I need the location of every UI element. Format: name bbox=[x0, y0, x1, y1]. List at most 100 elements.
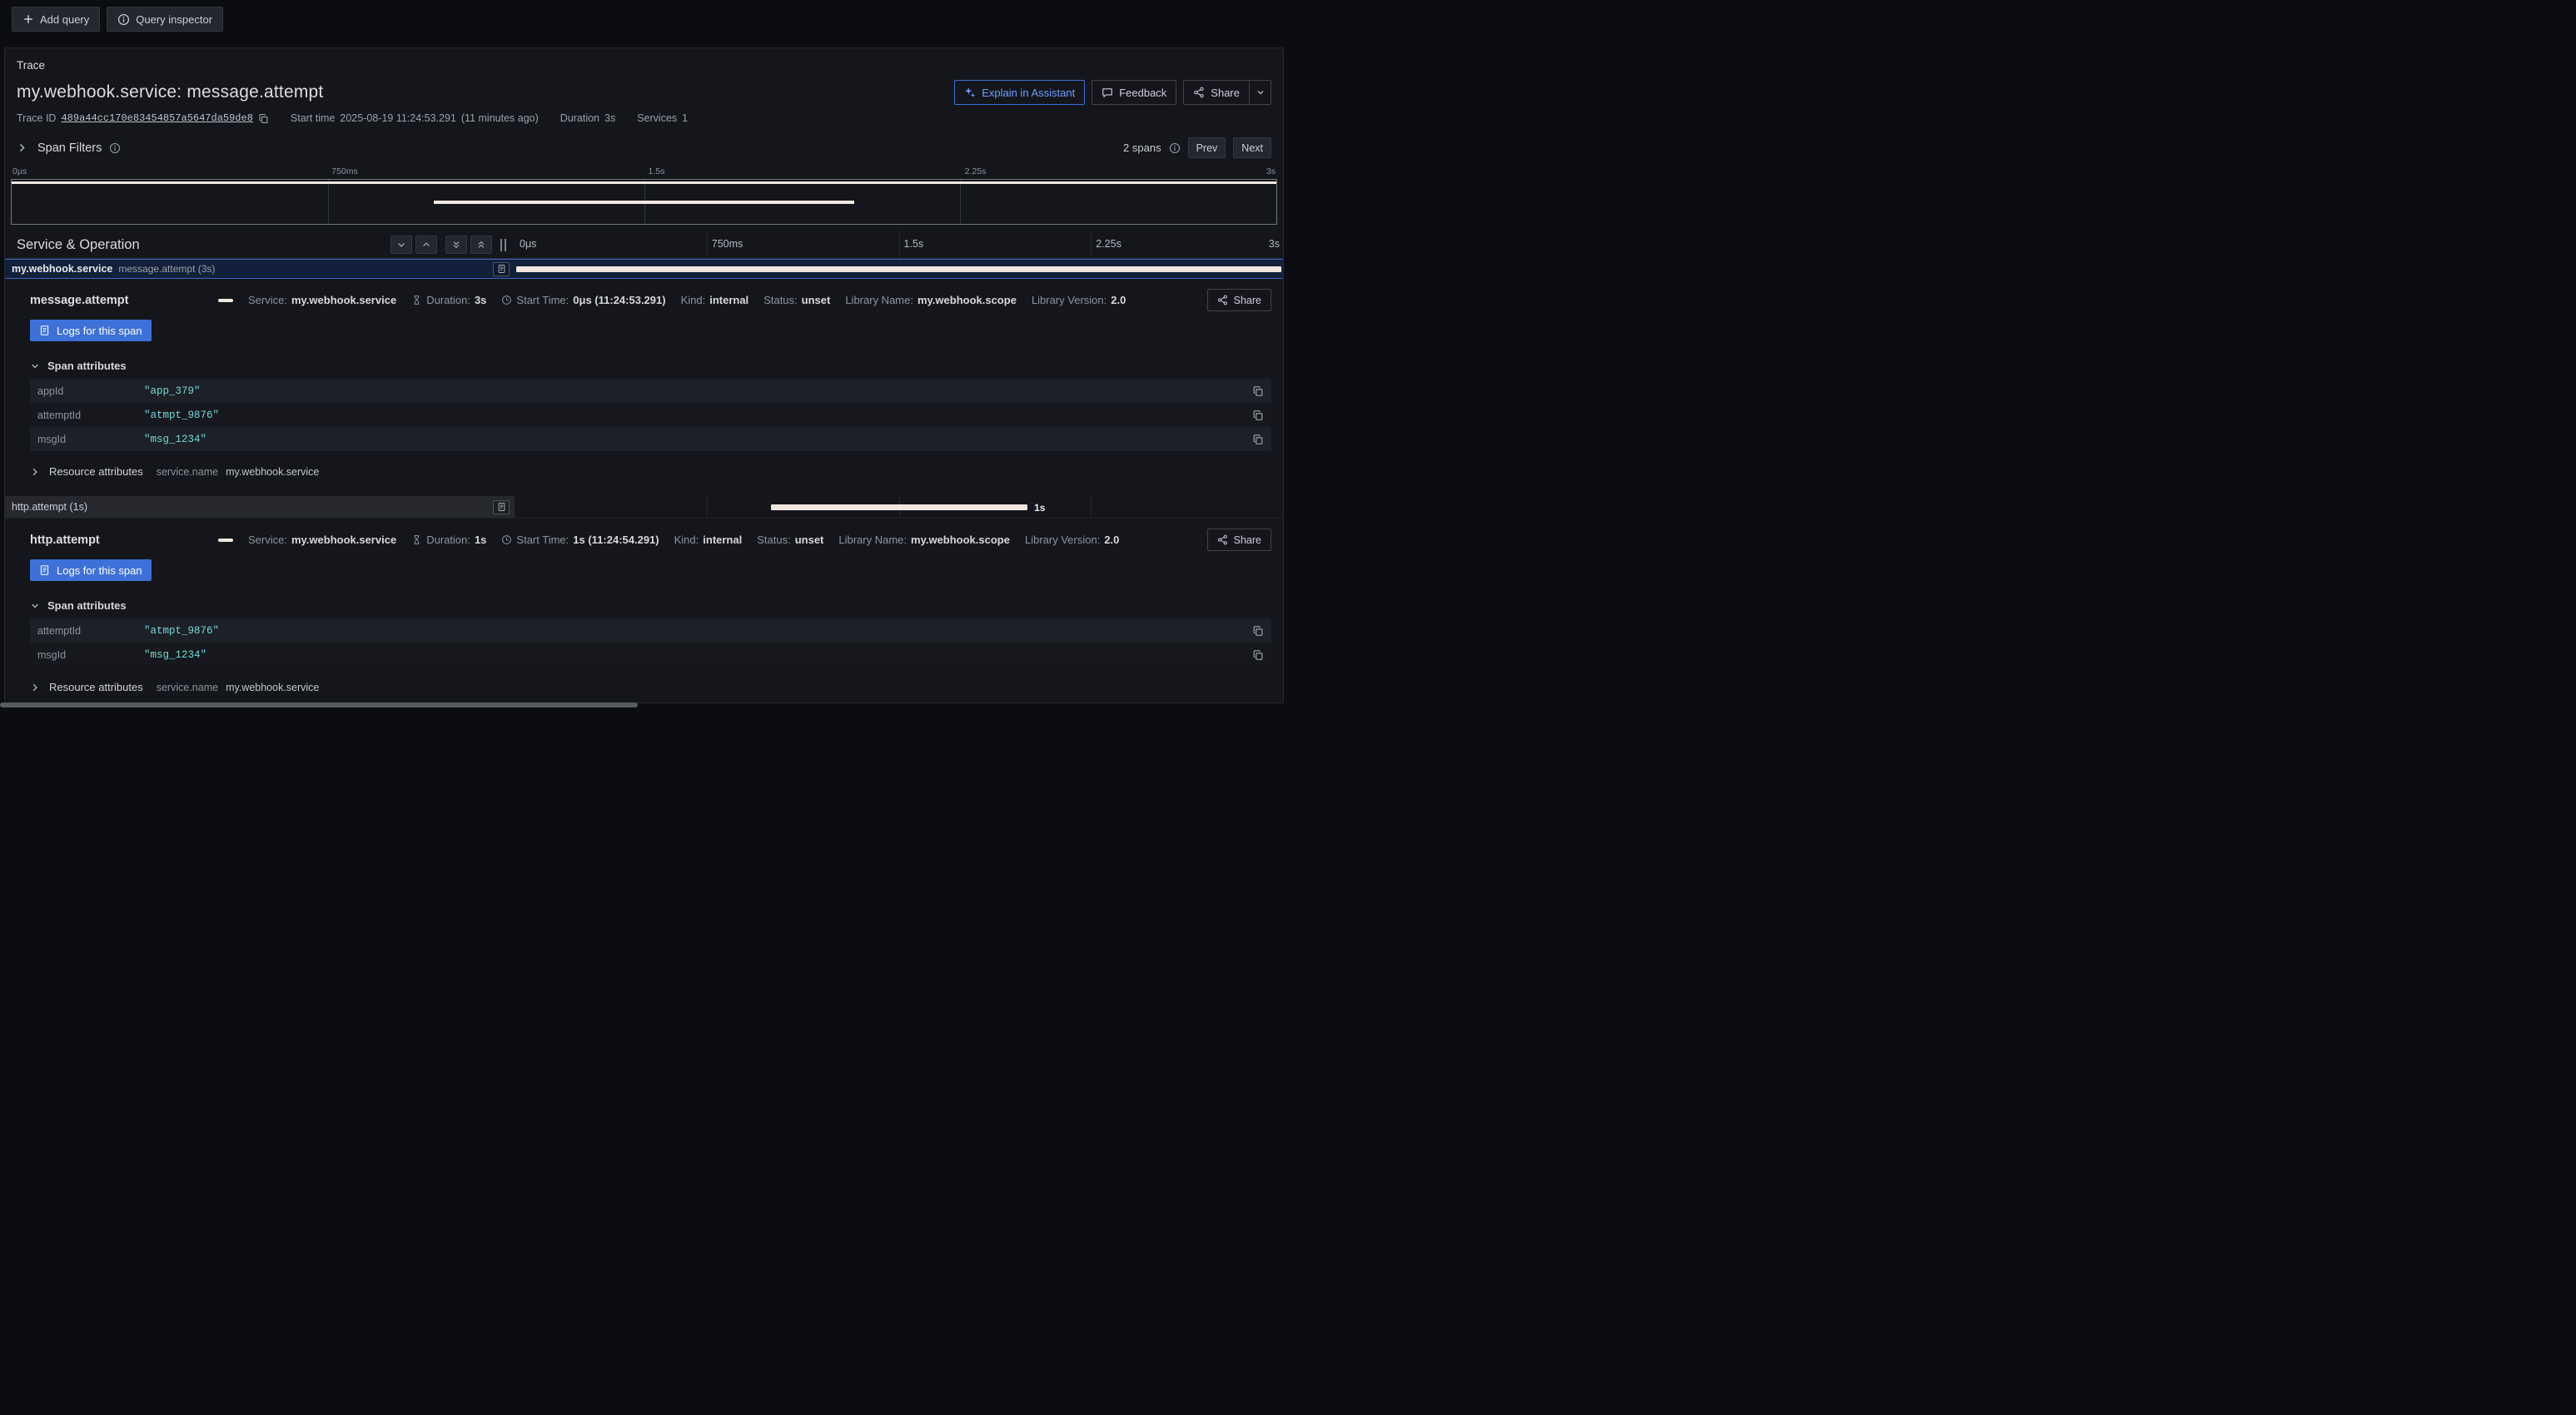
start-time-value: 2025-08-19 11:24:53.291 bbox=[340, 112, 455, 124]
start-field-value: 0μs (11:24:53.291) bbox=[573, 294, 665, 306]
start-field-label: Start Time: bbox=[516, 534, 569, 546]
pane-resize-handle[interactable] bbox=[500, 239, 506, 251]
timeline-gridline bbox=[899, 231, 900, 258]
copy-icon[interactable] bbox=[1252, 385, 1264, 397]
span-logs-icon[interactable] bbox=[493, 500, 510, 514]
span-filters-label[interactable]: Span Filters bbox=[37, 142, 102, 155]
share-button[interactable]: Share bbox=[1183, 80, 1250, 105]
attribute-row: appId "app_379" bbox=[30, 379, 1271, 403]
attribute-value: "msg_1234" bbox=[144, 649, 1252, 661]
resource-attributes-toggle[interactable]: Resource attributes service.name my.webh… bbox=[30, 681, 1271, 693]
span-share-button[interactable]: Share bbox=[1207, 529, 1271, 551]
double-chevron-up-icon bbox=[476, 240, 486, 250]
chevron-down-icon bbox=[30, 601, 40, 611]
angle-right-icon[interactable] bbox=[17, 142, 27, 153]
attribute-key: msgId bbox=[37, 649, 144, 661]
collapse-one-button[interactable] bbox=[390, 236, 412, 254]
minimap-span-http-attempt bbox=[434, 201, 855, 204]
span-attributes-label: Span attributes bbox=[47, 360, 127, 372]
copy-trace-id-icon[interactable] bbox=[258, 113, 269, 124]
span-row-message-attempt[interactable]: my.webhook.service message.attempt (3s) bbox=[5, 259, 1283, 279]
minimap-viewport[interactable] bbox=[11, 179, 1277, 225]
span-filters-bar: Span Filters 2 spans Prev Next bbox=[5, 124, 1283, 163]
library-version-label: Library Version: bbox=[1025, 534, 1100, 546]
explain-in-assistant-button[interactable]: Explain in Assistant bbox=[954, 80, 1085, 105]
kind-field-value: internal bbox=[709, 294, 748, 306]
resource-attributes-toggle[interactable]: Resource attributes service.name my.webh… bbox=[30, 465, 1271, 478]
span-share-label: Share bbox=[1234, 534, 1261, 546]
trace-id-label: Trace ID bbox=[17, 112, 56, 124]
add-query-button[interactable]: Add query bbox=[12, 7, 100, 32]
span-row-http-attempt[interactable]: http.attempt (1s) 1s bbox=[5, 496, 1283, 519]
services-label: Services bbox=[637, 112, 677, 124]
span-operation-name: message.attempt (3s) bbox=[118, 263, 215, 275]
library-name-value: my.webhook.scope bbox=[918, 294, 1017, 306]
add-query-label: Add query bbox=[40, 13, 89, 26]
service-field-label: Service: bbox=[248, 294, 287, 306]
logs-for-span-button[interactable]: Logs for this span bbox=[30, 559, 152, 581]
library-version-value: 2.0 bbox=[1104, 534, 1119, 546]
services-value: 1 bbox=[682, 112, 688, 124]
chevron-down-icon bbox=[30, 361, 40, 371]
clock-icon bbox=[501, 534, 512, 545]
logs-icon bbox=[39, 564, 50, 576]
span-attributes-label: Span attributes bbox=[47, 599, 127, 612]
feedback-button[interactable]: Feedback bbox=[1092, 80, 1176, 105]
minimap-ticks: 0μs 750ms 1.5s 2.25s 3s bbox=[11, 166, 1277, 179]
attribute-value: "msg_1234" bbox=[144, 434, 1252, 445]
span-service-name: my.webhook.service bbox=[12, 263, 112, 275]
resource-value: my.webhook.service bbox=[226, 466, 319, 478]
expand-all-button[interactable] bbox=[470, 236, 492, 254]
span-share-button[interactable]: Share bbox=[1207, 289, 1271, 311]
collapse-all-button[interactable] bbox=[445, 236, 467, 254]
hourglass-icon bbox=[411, 534, 422, 545]
copy-icon[interactable] bbox=[1252, 410, 1264, 421]
query-inspector-button[interactable]: Query inspector bbox=[107, 7, 223, 32]
timeline-gridline bbox=[707, 496, 708, 518]
minimap-tick: 1.5s bbox=[649, 166, 665, 176]
chevron-down-icon bbox=[396, 240, 406, 250]
kind-field-label: Kind: bbox=[674, 534, 699, 546]
prev-span-button[interactable]: Prev bbox=[1188, 137, 1226, 158]
logs-for-span-label: Logs for this span bbox=[57, 325, 142, 337]
share-icon bbox=[1217, 534, 1228, 545]
info-circle-icon bbox=[1169, 142, 1181, 154]
copy-icon[interactable] bbox=[1252, 434, 1264, 445]
trace-id-value[interactable]: 489a44cc170e83454857a5647da59de8 bbox=[61, 112, 252, 124]
timeline-gridline bbox=[1091, 231, 1092, 258]
next-span-button[interactable]: Next bbox=[1233, 137, 1271, 158]
timeline-header: Service & Operation 0μs 750ms 1.5s 2.25s bbox=[5, 231, 1283, 259]
logs-for-span-button[interactable]: Logs for this span bbox=[30, 320, 152, 341]
share-icon bbox=[1217, 295, 1228, 305]
timeline-tick: 2.25s bbox=[1096, 238, 1121, 250]
span-bar-http-attempt[interactable] bbox=[771, 504, 1027, 510]
panel-title: Trace bbox=[5, 48, 1283, 72]
angle-right-icon bbox=[30, 683, 40, 693]
span-bar-message-attempt[interactable] bbox=[516, 266, 1281, 272]
share-menu-caret-button[interactable] bbox=[1250, 80, 1271, 105]
span-detail-message-attempt: message.attempt Service: my.webhook.servi… bbox=[5, 279, 1283, 484]
status-field-value: unset bbox=[795, 534, 824, 546]
span-color-swatch bbox=[218, 299, 233, 302]
copy-icon[interactable] bbox=[1252, 649, 1264, 661]
resource-attributes-label: Resource attributes bbox=[49, 465, 143, 478]
detail-span-name: http.attempt bbox=[30, 534, 203, 547]
logs-icon bbox=[39, 325, 50, 336]
span-attributes-toggle[interactable]: Span attributes bbox=[30, 599, 1271, 612]
detail-span-name: message.attempt bbox=[30, 294, 203, 307]
attribute-row: attemptId "atmpt_9876" bbox=[30, 403, 1271, 427]
library-name-label: Library Name: bbox=[845, 294, 913, 306]
horizontal-scrollbar-thumb[interactable] bbox=[0, 703, 638, 708]
span-operation-name: http.attempt (1s) bbox=[12, 501, 87, 513]
query-toolbar: Add query Query inspector bbox=[0, 0, 1288, 38]
start-time-ago: (11 minutes ago) bbox=[461, 112, 539, 124]
copy-icon[interactable] bbox=[1252, 625, 1264, 637]
span-logs-icon[interactable] bbox=[493, 262, 510, 276]
expand-one-button[interactable] bbox=[415, 236, 437, 254]
attribute-row: msgId "msg_1234" bbox=[30, 643, 1271, 667]
hourglass-icon bbox=[411, 295, 422, 305]
clock-icon bbox=[501, 295, 512, 305]
span-attributes-table: attemptId "atmpt_9876" msgId "msg_1234" bbox=[30, 618, 1271, 667]
span-attributes-toggle[interactable]: Span attributes bbox=[30, 360, 1271, 372]
attribute-value: "app_379" bbox=[144, 385, 1252, 397]
